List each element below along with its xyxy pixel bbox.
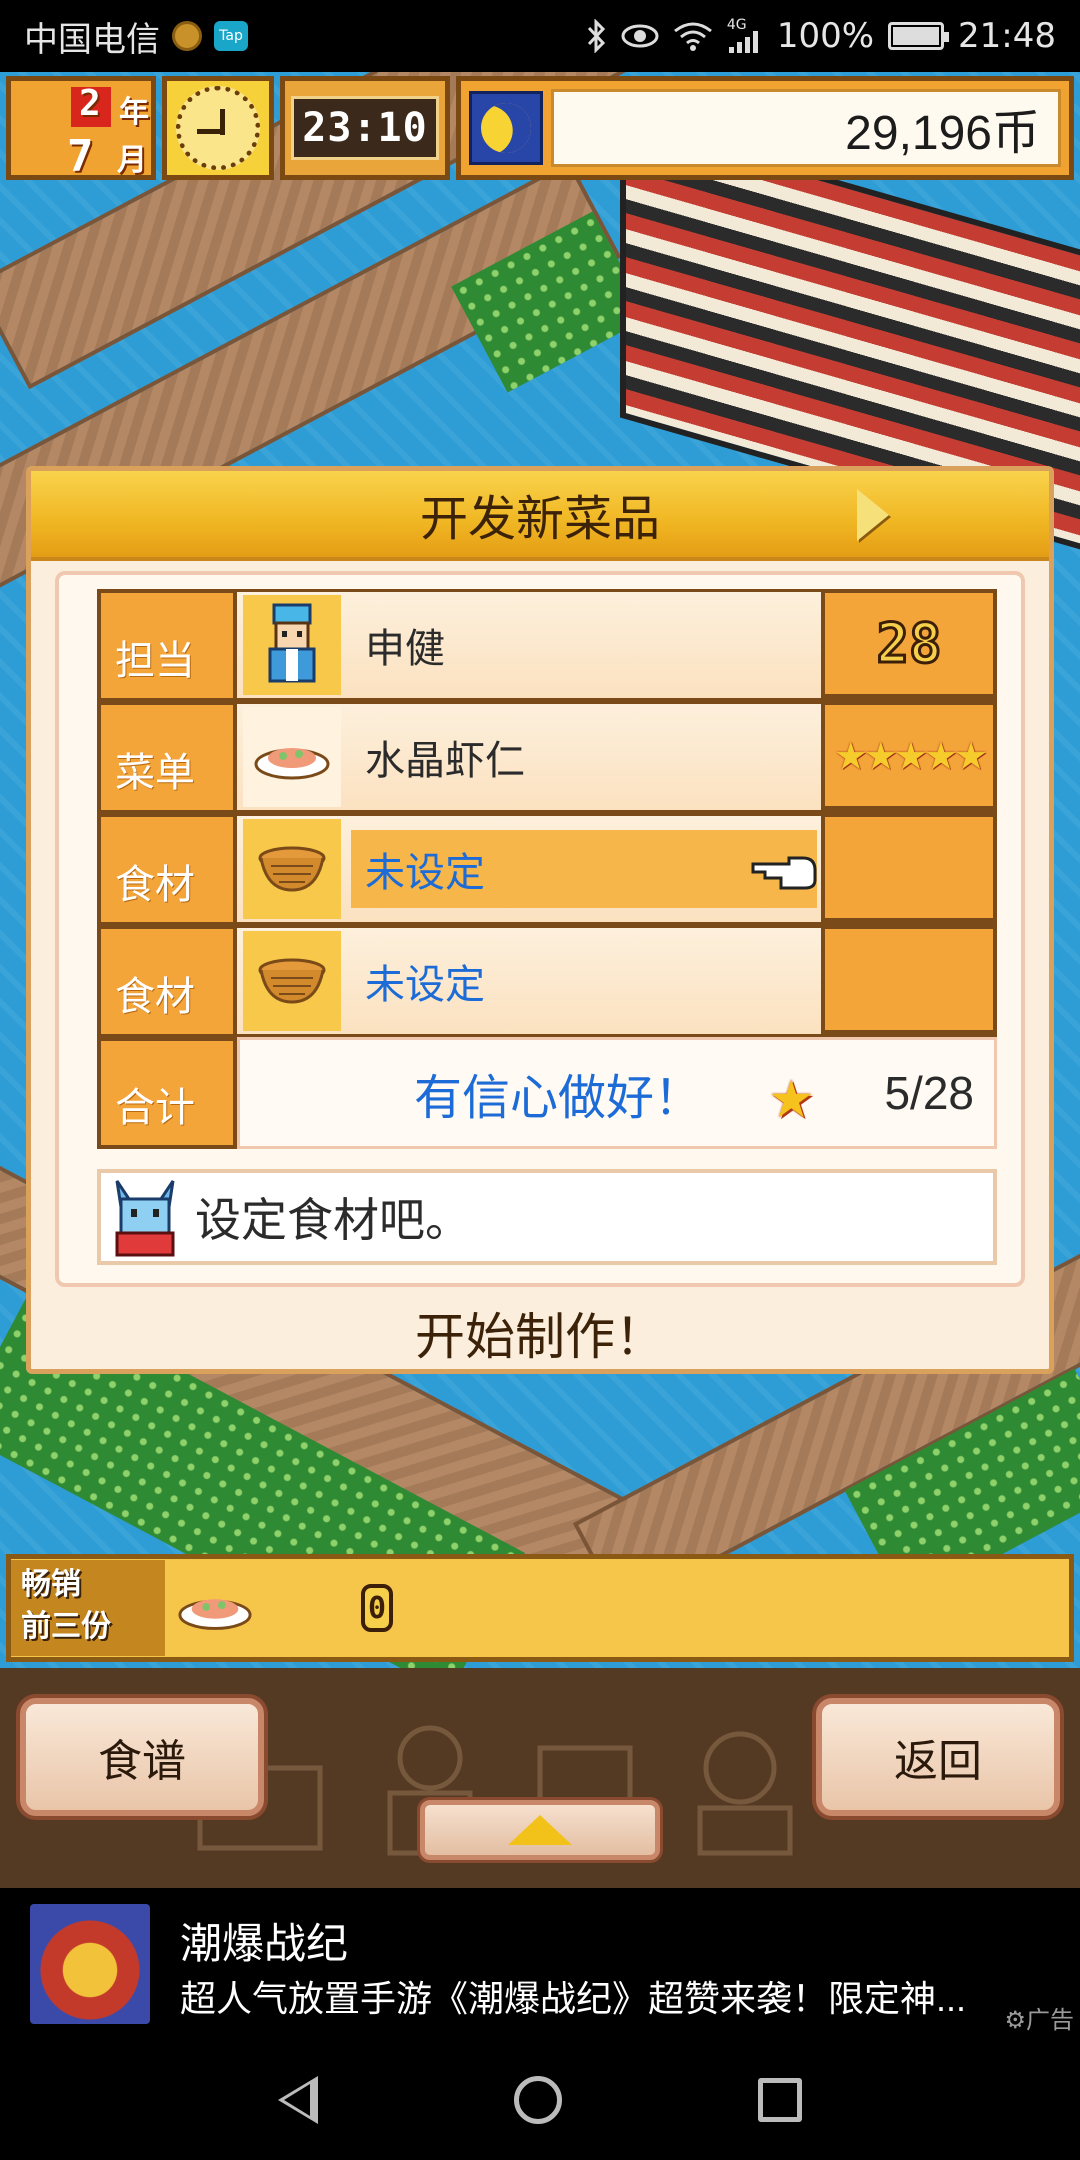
recipes-button[interactable]: 食谱 <box>20 1698 264 1816</box>
develop-dish-dialog: 开发新菜品 担当 申健 28 菜单 水晶虾仁 ★★★★★ 食材 未设定 食材 未… <box>26 466 1054 1374</box>
bestseller-tag: 畅销 前三份 <box>11 1560 165 1656</box>
system-navigation-bar <box>0 2040 1080 2160</box>
battery-percent: 100% <box>776 16 875 56</box>
row-ingredient-1[interactable]: 食材 未设定 <box>97 813 997 925</box>
hint-text: 设定食材吧。 <box>195 1194 471 1246</box>
signal-icon: 4G <box>727 18 763 53</box>
row-label: 菜单 <box>97 701 237 810</box>
clock-time: 21:48 <box>958 16 1056 56</box>
row-staff[interactable]: 担当 申健 28 <box>97 589 997 701</box>
expand-menu-button[interactable] <box>420 1800 660 1860</box>
pointing-hand-icon <box>751 852 817 892</box>
dialog-title: 开发新菜品 <box>419 493 660 546</box>
ingredient-2-score <box>821 925 997 1034</box>
dish-name: 水晶虾仁 <box>365 739 525 783</box>
eye-icon <box>621 23 659 49</box>
staff-name: 申健 <box>365 627 445 671</box>
star-icon: ★ <box>768 1070 815 1130</box>
calendar-display: 2 年 7 月 <box>6 76 156 182</box>
row-label: 担当 <box>97 589 237 698</box>
row-ingredient-2[interactable]: 食材 未设定 <box>97 925 997 1037</box>
dish-icon <box>177 1583 253 1633</box>
total-message: 有信心做好！ <box>414 1072 703 1125</box>
battery-icon <box>888 22 950 50</box>
ad-banner[interactable]: 潮爆战纪 超人气放置手游《潮爆战纪》超赞来袭！限定神... ⚙广告 <box>0 1888 1080 2040</box>
top-hud: 2 年 7 月 23:10 29,196币 <box>6 76 1074 182</box>
ingredient-1-score <box>821 813 997 922</box>
ad-settings-icon: ⚙ <box>1004 2006 1026 2034</box>
dish-rating: ★★★★★ <box>821 701 997 810</box>
ad-game-thumbnail <box>30 1904 150 2024</box>
ingredient-1-value: 未设定 <box>365 851 485 895</box>
row-label: 食材 <box>97 925 237 1034</box>
basket-icon <box>243 931 341 1031</box>
month-value: 7 <box>67 131 94 182</box>
year-unit: 年 <box>119 95 149 130</box>
ad-description: 超人气放置手游《潮爆战纪》超赞来袭！限定神... <box>180 1978 967 2019</box>
game-time: 23:10 <box>280 76 450 180</box>
analog-clock-icon <box>162 76 274 180</box>
coin-notification-icon <box>172 21 202 51</box>
chef-icon <box>243 595 341 695</box>
bestseller-bar: 畅销 前三份 0 <box>6 1554 1074 1662</box>
bluetooth-icon <box>585 19 607 53</box>
money-display: 29,196币 <box>456 76 1074 180</box>
carrier-name: 中国电信 <box>24 19 160 60</box>
mascot-icon <box>107 1177 183 1257</box>
status-bar: 中国电信 Tap 4G 100% 21:48 <box>0 0 1080 72</box>
ad-label: ⚙广告 <box>1004 2006 1074 2034</box>
row-label: 食材 <box>97 813 237 922</box>
star-rating-icon: ★★★★★ <box>833 733 988 778</box>
night-moon-icon <box>469 91 543 165</box>
row-total: 合计 有信心做好！ ★ 5/28 <box>97 1037 997 1149</box>
dish-setup-table: 担当 申健 28 菜单 水晶虾仁 ★★★★★ 食材 未设定 食材 未设定 合计 … <box>97 589 997 1149</box>
nav-back-icon[interactable] <box>278 2076 318 2124</box>
next-arrow-icon[interactable] <box>857 489 889 541</box>
ad-title: 潮爆战纪 <box>180 1920 349 1967</box>
money-amount: 29,196币 <box>551 89 1061 167</box>
month-unit: 月 <box>117 143 147 178</box>
up-arrow-icon <box>508 1815 572 1845</box>
ingredient-2-value: 未设定 <box>365 963 485 1007</box>
nav-home-icon[interactable] <box>514 2076 562 2124</box>
total-label: 合计 <box>97 1037 237 1149</box>
tap-app-icon: Tap <box>214 21 248 51</box>
start-cooking-button[interactable]: 开始制作！ <box>31 1297 1049 1369</box>
year-value: 2 <box>79 83 101 124</box>
dish-icon <box>243 707 341 807</box>
nav-recent-apps-icon[interactable] <box>758 2078 802 2122</box>
bottom-menu: 食谱 返回 <box>0 1668 1080 1888</box>
dialog-header: 开发新菜品 <box>31 471 1049 561</box>
total-value: 5/28 <box>884 1067 974 1119</box>
back-button[interactable]: 返回 <box>816 1698 1060 1816</box>
bestseller-count: 0 <box>361 1584 393 1632</box>
basket-icon <box>243 819 341 919</box>
staff-level: 28 <box>821 589 997 698</box>
hint-box: 设定食材吧。 <box>97 1169 997 1265</box>
row-menu[interactable]: 菜单 水晶虾仁 ★★★★★ <box>97 701 997 813</box>
dialog-body: 担当 申健 28 菜单 水晶虾仁 ★★★★★ 食材 未设定 食材 未设定 合计 … <box>55 571 1025 1287</box>
wifi-icon <box>673 21 713 51</box>
